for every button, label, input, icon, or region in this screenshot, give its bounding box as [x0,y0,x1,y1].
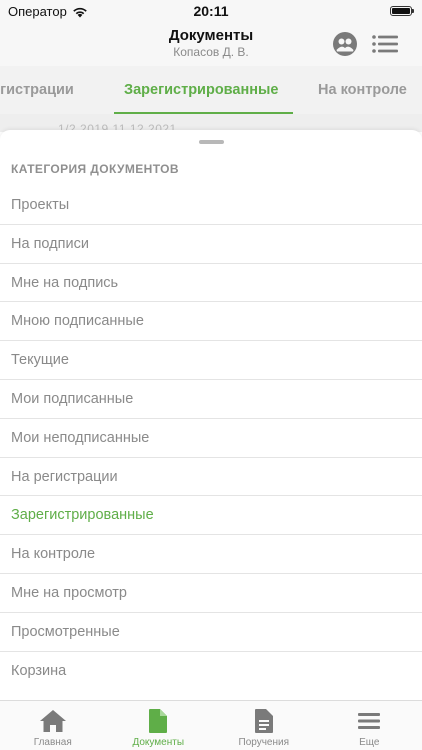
tab-bar-more-label: Еще [359,737,380,748]
users-button[interactable] [330,30,360,58]
navigation-bar: Документы Копасов Д. В. [0,22,422,66]
sheet-header: КАТЕГОРИЯ ДОКУМЕНТОВ [11,162,179,176]
sheet-drag-handle[interactable] [199,140,224,144]
assignment-icon [254,709,273,733]
tab-bar-assignments-label: Поручения [238,737,290,748]
category-item-my-signed[interactable]: Мои подписанные [0,380,422,419]
tab-bar-home[interactable]: Главная [0,701,106,750]
category-item-projects[interactable]: Проекты [0,186,422,225]
tab-bar-more[interactable]: Еще [317,701,422,750]
tab-bar-assignments[interactable]: Поручения [211,701,317,750]
category-item-on-control[interactable]: На контроле [0,535,422,574]
category-item-signed-by-me[interactable]: Мною подписанные [0,302,422,342]
category-item-on-signing[interactable]: На подписи [0,225,422,264]
tab-bar-documents[interactable]: Документы [106,701,212,750]
tab-on-control[interactable]: На контроле [318,66,407,114]
category-list: Проекты На подписи Мне на подпись Мною п… [0,186,422,690]
bottom-tab-bar: Главная Документы Поручения Еще [0,700,422,750]
battery-level [392,8,410,14]
status-time: 20:11 [193,3,229,19]
tab-registration[interactable]: егистрации [0,66,74,114]
category-item-to-me-for-review[interactable]: Мне на просмотр [0,574,422,613]
category-item-registered[interactable]: Зарегистрированные [0,496,422,536]
category-item-to-me-for-signing[interactable]: Мне на подпись [0,264,422,303]
status-bar: Оператор 20:11 [0,0,422,22]
battery-icon [390,6,414,16]
document-icon [149,709,168,733]
category-item-current[interactable]: Текущие [0,341,422,380]
category-sheet: КАТЕГОРИЯ ДОКУМЕНТОВ Проекты На подписи … [0,130,422,700]
users-icon [333,32,357,56]
tab-registered[interactable]: Зарегистрированные [124,66,278,114]
document-tabs: егистрации Зарегистрированные На контрол… [0,66,422,114]
home-icon [39,710,66,732]
more-icon [358,713,381,729]
category-item-reviewed[interactable]: Просмотренные [0,613,422,652]
tab-bar-documents-label: Документы [132,737,185,748]
category-item-trash[interactable]: Корзина [0,652,422,691]
tab-bar-home-label: Главная [33,737,72,748]
list-menu-icon [372,35,398,53]
menu-list-button[interactable] [370,30,400,58]
category-item-on-registration[interactable]: На регистрации [0,458,422,497]
category-item-my-unsigned[interactable]: Мои неподписанные [0,419,422,458]
